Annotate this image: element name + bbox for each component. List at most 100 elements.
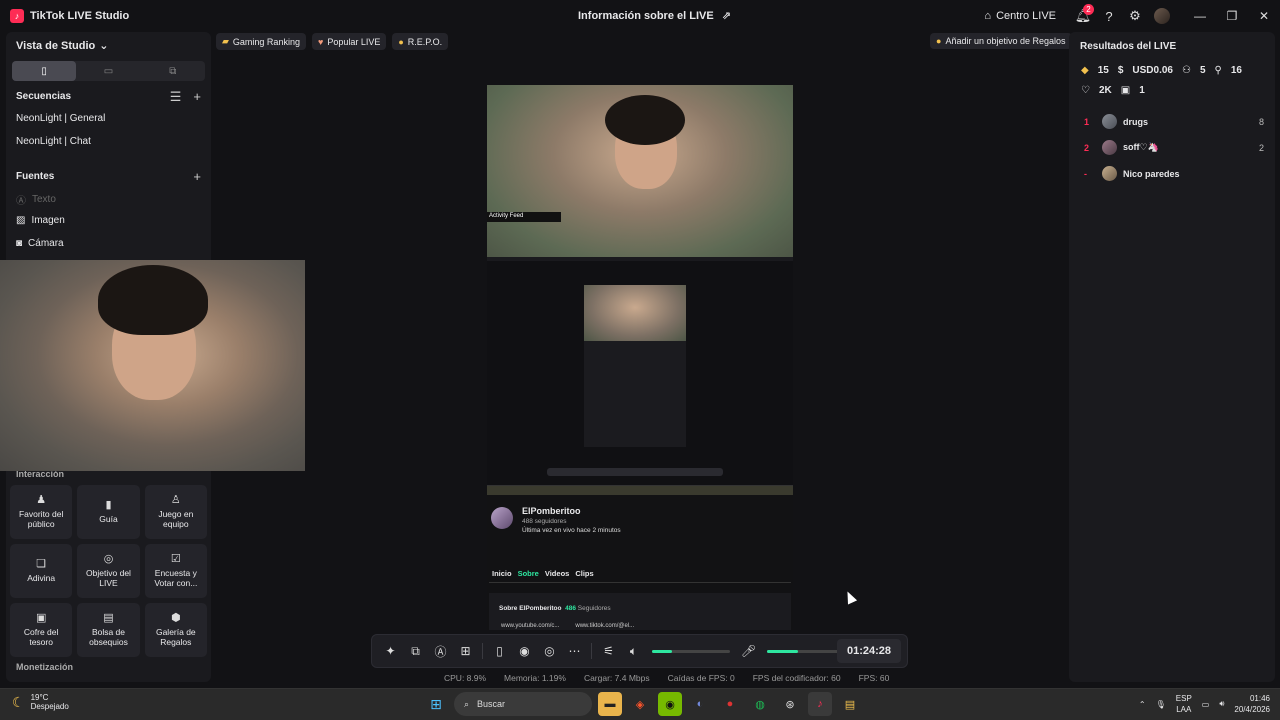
rank-name: drugs xyxy=(1123,116,1149,127)
nvidia-icon[interactable]: ◉ xyxy=(658,692,682,716)
steam-icon[interactable]: ⊛ xyxy=(778,692,802,716)
tile-guide[interactable]: ▮ Guía xyxy=(77,485,140,539)
speaker-icon[interactable]: 🔈︎ xyxy=(621,639,646,664)
landscape-orientation-icon[interactable]: ▭ xyxy=(76,61,140,81)
sources-actions: + xyxy=(193,169,201,184)
tag-popular-live[interactable]: ♥ Popular LIVE xyxy=(311,33,387,50)
sequence-item[interactable]: NeonLight | Chat xyxy=(16,136,91,147)
profile-avatar xyxy=(491,507,513,529)
live-results-panel: Resultados del LIVE ◆ 15 $ USD0.06 ⚇ 5 ⚲ 16 … xyxy=(1069,32,1275,682)
screen-share-icon[interactable]: ⧉ xyxy=(403,639,428,664)
add-scene-icon[interactable]: ⊞ xyxy=(453,639,478,664)
volume-slider[interactable] xyxy=(652,649,730,653)
team-game-icon: ♙ xyxy=(170,494,181,506)
source-item-image[interactable]: ▨ Imagen xyxy=(16,215,65,226)
source-item-camera[interactable]: ◙ Cámara xyxy=(16,238,64,249)
brave-browser-icon[interactable]: ◈ xyxy=(628,692,652,716)
time: 01:46 xyxy=(1249,694,1270,703)
dual-orientation-icon[interactable]: ⧉ xyxy=(141,61,205,81)
sequence-item[interactable]: NeonLight | General xyxy=(16,113,105,124)
add-sequence-icon[interactable]: + xyxy=(193,89,201,105)
list-icon[interactable]: ☰ xyxy=(170,89,182,105)
volume-tray-icon[interactable]: 🔊︎ xyxy=(1219,699,1224,709)
tag-label: Gaming Ranking xyxy=(232,36,300,47)
tile-treasure[interactable]: ▣ Cofre del tesoro xyxy=(10,603,73,657)
game-app-icon[interactable]: ▤ xyxy=(838,692,862,716)
tile-label: Objetivo del LIVE xyxy=(86,568,131,588)
discord-icon[interactable]: ◐ xyxy=(688,692,712,716)
red-app-icon[interactable]: ● xyxy=(718,692,742,716)
live-center-button[interactable]: ⌂ Centro LIVE xyxy=(984,10,1056,22)
likes-value: 2K xyxy=(1098,85,1112,96)
ranking-row[interactable]: - Nico paredes xyxy=(1084,166,1264,181)
studio-view-label: Vista de Studio xyxy=(16,39,96,52)
microphone-tray-icon[interactable]: 🎙︎ xyxy=(1156,700,1166,709)
taskbar-search[interactable]: ⌕ Buscar xyxy=(454,692,592,716)
profile-followers: 488 seguidores xyxy=(522,518,567,525)
ai-icon[interactable]: Ⓐ xyxy=(428,639,453,664)
restore-icon[interactable]: ❐ xyxy=(1216,0,1248,32)
camera-toggle-icon[interactable]: ◎ xyxy=(537,639,562,664)
profile-last-live: Última vez en vivo hace 2 minutos xyxy=(522,527,621,534)
mixer-icon[interactable]: ⚟ xyxy=(596,639,621,664)
close-icon[interactable]: ✕ xyxy=(1248,0,1280,32)
file-explorer-icon[interactable]: ▬ xyxy=(598,692,622,716)
windows-start-icon[interactable]: ⊞ xyxy=(424,692,448,716)
user-avatar[interactable] xyxy=(1154,8,1170,24)
tile-gift-bag[interactable]: ▤ Bolsa de obsequios xyxy=(77,603,140,657)
stream-control-bar: ✦ ⧉ Ⓐ ⊞ ▯ ◉ ◎ ⋯ ⚟ 🔈︎ 🎤︎ 01:24:28 xyxy=(371,634,908,668)
settings-gear-icon[interactable]: ⚙ xyxy=(1122,3,1148,29)
network-icon[interactable]: ▭ xyxy=(1202,700,1210,709)
language-indicator[interactable]: ESP LAA xyxy=(1176,693,1192,715)
mic-slider[interactable] xyxy=(767,649,845,653)
cpu-stat: CPU: 8.9% xyxy=(444,673,487,683)
memory-stat: Memoria: 1.19% xyxy=(504,673,566,683)
source-item-text[interactable]: Ⓐ Texto xyxy=(16,192,56,207)
phone-icon[interactable]: ▯ xyxy=(487,639,512,664)
ranking-row[interactable]: 2 soff♡🦄 2 xyxy=(1084,140,1264,155)
clock[interactable]: 01:46 20/4/2026 xyxy=(1234,693,1270,715)
separator xyxy=(591,643,592,659)
share-icon[interactable]: ⇗ xyxy=(722,9,731,22)
tile-poll[interactable]: ☑ Encuesta y Votar con... xyxy=(144,544,207,598)
camera-icon: ◙ xyxy=(16,238,23,249)
microphone-icon[interactable]: 🎤︎ xyxy=(736,639,761,664)
add-source-icon[interactable]: + xyxy=(193,169,201,184)
portrait-orientation-icon[interactable]: ▯ xyxy=(12,61,77,81)
camera-preview-overlay[interactable] xyxy=(0,260,305,471)
new-followers-value: 16 xyxy=(1230,65,1242,76)
lang-line1: ESP xyxy=(1175,694,1192,703)
like-heart-icon: ♡ xyxy=(1081,85,1090,96)
tile-guess[interactable]: ❏ Adivina xyxy=(10,544,73,598)
spotify-icon[interactable]: ◍ xyxy=(748,692,772,716)
viewers-value: 5 xyxy=(1199,65,1206,76)
chevron-down-icon: ⌄ xyxy=(99,40,109,52)
top-tags: ▰ Gaming Ranking ♥ Popular LIVE ● R.E.P.O. xyxy=(216,33,449,50)
stream-preview[interactable]: Activity Feed ElPomberitoo 488 seguidore… xyxy=(487,85,793,630)
bell-icon[interactable]: 🔔︎ 2 xyxy=(1070,3,1096,29)
tiktok-live-studio-taskbar-icon[interactable]: ♪ xyxy=(808,692,832,716)
more-icon[interactable]: ⋯ xyxy=(562,639,587,664)
tile-goal[interactable]: ◎ Objetivo del LIVE xyxy=(77,544,140,598)
viewers-icon: ⚇ xyxy=(1181,65,1191,76)
magic-wand-icon[interactable]: ✦ xyxy=(378,639,403,664)
help-icon[interactable]: ? xyxy=(1096,3,1122,29)
sequences-heading: Secuencias xyxy=(16,91,72,102)
tile-favorite[interactable]: ♟ Favorito del público xyxy=(10,485,73,539)
studio-view-dropdown[interactable]: Vista de Studio ⌄ xyxy=(16,39,109,53)
gifts-value: 1 xyxy=(1139,85,1145,96)
tile-team-game[interactable]: ♙ Juego en equipo xyxy=(144,485,207,539)
tile-gift-gallery[interactable]: ⬢ Galería de Regalos xyxy=(144,603,207,657)
minimize-icon[interactable]: — xyxy=(1184,0,1216,32)
tag-gaming-ranking[interactable]: ▰ Gaming Ranking xyxy=(216,33,306,50)
tag-game[interactable]: ● R.E.P.O. xyxy=(392,33,449,50)
record-icon[interactable]: ◉ xyxy=(512,639,537,664)
tile-label: Juego en equipo xyxy=(158,509,194,529)
tiktok-logo-icon: ♪ xyxy=(10,9,24,23)
chevron-up-icon[interactable]: ⌃ xyxy=(1139,700,1146,709)
weather-widget[interactable]: ☾ 19°C Despejado xyxy=(12,693,69,711)
live-info-title[interactable]: Información sobre el LIVE ⇗ xyxy=(578,9,731,23)
ranking-row[interactable]: 1 drugs 8 xyxy=(1084,114,1264,129)
taskbar-apps: ⊞ ⌕ Buscar ▬ ◈ ◉ ◐ ● ◍ ⊛ ♪ ▤ xyxy=(424,692,862,716)
add-gift-goal-button[interactable]: ● Añadir un objetivo de Regalos xyxy=(930,33,1072,49)
